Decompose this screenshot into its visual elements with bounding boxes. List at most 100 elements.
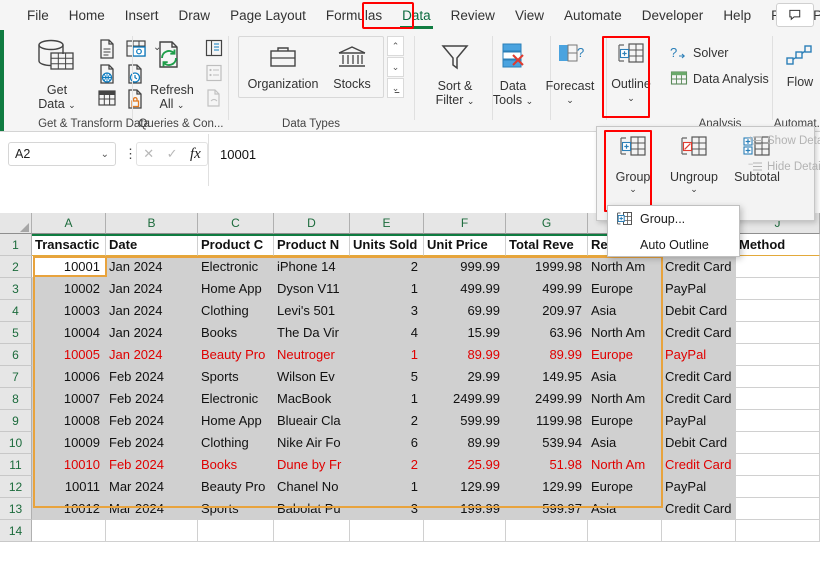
gallery-up-arrow[interactable]: ⌃ [387, 36, 404, 56]
cell-I8[interactable]: Credit Card [662, 388, 736, 410]
cell-D2[interactable]: iPhone 14 [274, 256, 350, 278]
tab-file[interactable]: File [18, 4, 58, 27]
cell-H7[interactable]: Asia [588, 366, 662, 388]
menu-item-auto-outline[interactable]: Auto Outline [608, 232, 739, 258]
cell-C10[interactable]: Clothing [198, 432, 274, 454]
cell-E10[interactable]: 6 [350, 432, 424, 454]
cancel-icon[interactable]: ✕ [143, 146, 154, 162]
cell-C14[interactable] [198, 520, 274, 542]
cell-B10[interactable]: Feb 2024 [106, 432, 198, 454]
confirm-icon[interactable]: ✓ [167, 146, 178, 162]
cell-I7[interactable]: Credit Card [662, 366, 736, 388]
row-header-7[interactable]: 7 [0, 366, 32, 388]
organization-data-type[interactable]: Organization [244, 42, 322, 91]
cell-I13[interactable]: Credit Card [662, 498, 736, 520]
cell-E4[interactable]: 3 [350, 300, 424, 322]
from-text-csv-button[interactable] [96, 38, 118, 65]
cell-A11[interactable]: 10010 [32, 454, 106, 476]
tab-help[interactable]: Help [714, 4, 760, 27]
cell-C4[interactable]: Clothing [198, 300, 274, 322]
forecast-chevron[interactable]: ⌄ [540, 93, 600, 107]
cell-I3[interactable]: PayPal [662, 278, 736, 300]
cell-E14[interactable] [350, 520, 424, 542]
tab-insert[interactable]: Insert [116, 4, 168, 27]
cell-H3[interactable]: Europe [588, 278, 662, 300]
row-header-3[interactable]: 3 [0, 278, 32, 300]
refresh-all-button[interactable]: Refresh All ⌄ [142, 38, 202, 112]
cell-A7[interactable]: 10006 [32, 366, 106, 388]
cell-I6[interactable]: PayPal [662, 344, 736, 366]
cell-E2[interactable]: 2 [350, 256, 424, 278]
cell-C3[interactable]: Home App [198, 278, 274, 300]
column-header-F[interactable]: F [424, 213, 506, 234]
cell-J6[interactable] [736, 344, 820, 366]
cell-G12[interactable]: 129.99 [506, 476, 588, 498]
cell-D14[interactable] [274, 520, 350, 542]
row-header-6[interactable]: 6 [0, 344, 32, 366]
from-table-range-button[interactable] [96, 88, 118, 113]
group-button[interactable]: Group ⌄ [603, 133, 663, 195]
cell-G6[interactable]: 89.99 [506, 344, 588, 366]
column-header-E[interactable]: E [350, 213, 424, 234]
cell-G2[interactable]: 1999.98 [506, 256, 588, 278]
cell-I10[interactable]: Debit Card [662, 432, 736, 454]
tab-data[interactable]: Data [393, 4, 440, 29]
cell-G11[interactable]: 51.98 [506, 454, 588, 476]
data-analysis-button[interactable]: Data Analysis [670, 70, 769, 87]
cell-I2[interactable]: Credit Card [662, 256, 736, 278]
ungroup-button-chevron[interactable]: ⌄ [663, 184, 725, 195]
cell-B13[interactable]: Mar 2024 [106, 498, 198, 520]
cell-G13[interactable]: 599.97 [506, 498, 588, 520]
column-header-D[interactable]: D [274, 213, 350, 234]
cell-B11[interactable]: Feb 2024 [106, 454, 198, 476]
cell-J11[interactable] [736, 454, 820, 476]
row-header-9[interactable]: 9 [0, 410, 32, 432]
cell-B9[interactable]: Feb 2024 [106, 410, 198, 432]
cell-J4[interactable] [736, 300, 820, 322]
cell-J3[interactable] [736, 278, 820, 300]
cell-F14[interactable] [424, 520, 506, 542]
cell-C6[interactable]: Beauty Pro [198, 344, 274, 366]
cell-I9[interactable]: PayPal [662, 410, 736, 432]
cell-F2[interactable]: 999.99 [424, 256, 506, 278]
cell-E7[interactable]: 5 [350, 366, 424, 388]
cell-E12[interactable]: 1 [350, 476, 424, 498]
cell-E13[interactable]: 3 [350, 498, 424, 520]
cell-D7[interactable]: Wilson Ev [274, 366, 350, 388]
cell-F11[interactable]: 25.99 [424, 454, 506, 476]
row-header-4[interactable]: 4 [0, 300, 32, 322]
cell-I4[interactable]: Debit Card [662, 300, 736, 322]
cell-H5[interactable]: North Am [588, 322, 662, 344]
cell-A3[interactable]: 10002 [32, 278, 106, 300]
cell-F10[interactable]: 89.99 [424, 432, 506, 454]
cell-D10[interactable]: Nike Air Fo [274, 432, 350, 454]
cell-D12[interactable]: Chanel No [274, 476, 350, 498]
cell-J13[interactable] [736, 498, 820, 520]
column-header-B[interactable]: B [106, 213, 198, 234]
cell-G4[interactable]: 209.97 [506, 300, 588, 322]
solver-button[interactable]: ? Solver [670, 44, 728, 62]
row-header-10[interactable]: 10 [0, 432, 32, 454]
cell-B14[interactable] [106, 520, 198, 542]
cell-G9[interactable]: 1199.98 [506, 410, 588, 432]
cell-E8[interactable]: 1 [350, 388, 424, 410]
tab-review[interactable]: Review [442, 4, 504, 27]
cell-J12[interactable] [736, 476, 820, 498]
cell-F6[interactable]: 89.99 [424, 344, 506, 366]
forecast-button[interactable]: ? Forecast ⌄ [540, 40, 600, 107]
tab-home[interactable]: Home [60, 4, 114, 27]
cell-I11[interactable]: Credit Card [662, 454, 736, 476]
cell-D13[interactable]: Babolat Pu [274, 498, 350, 520]
cell-D9[interactable]: Blueair Cla [274, 410, 350, 432]
cell-B6[interactable]: Jan 2024 [106, 344, 198, 366]
cell-F12[interactable]: 129.99 [424, 476, 506, 498]
queries-connections-button[interactable] [204, 38, 224, 63]
cell-E6[interactable]: 1 [350, 344, 424, 366]
cell-J1[interactable]: Method [736, 234, 820, 256]
cell-A8[interactable]: 10007 [32, 388, 106, 410]
cell-E3[interactable]: 1 [350, 278, 424, 300]
cell-G10[interactable]: 539.94 [506, 432, 588, 454]
cell-J7[interactable] [736, 366, 820, 388]
cell-D6[interactable]: Neutroger [274, 344, 350, 366]
cell-J5[interactable] [736, 322, 820, 344]
